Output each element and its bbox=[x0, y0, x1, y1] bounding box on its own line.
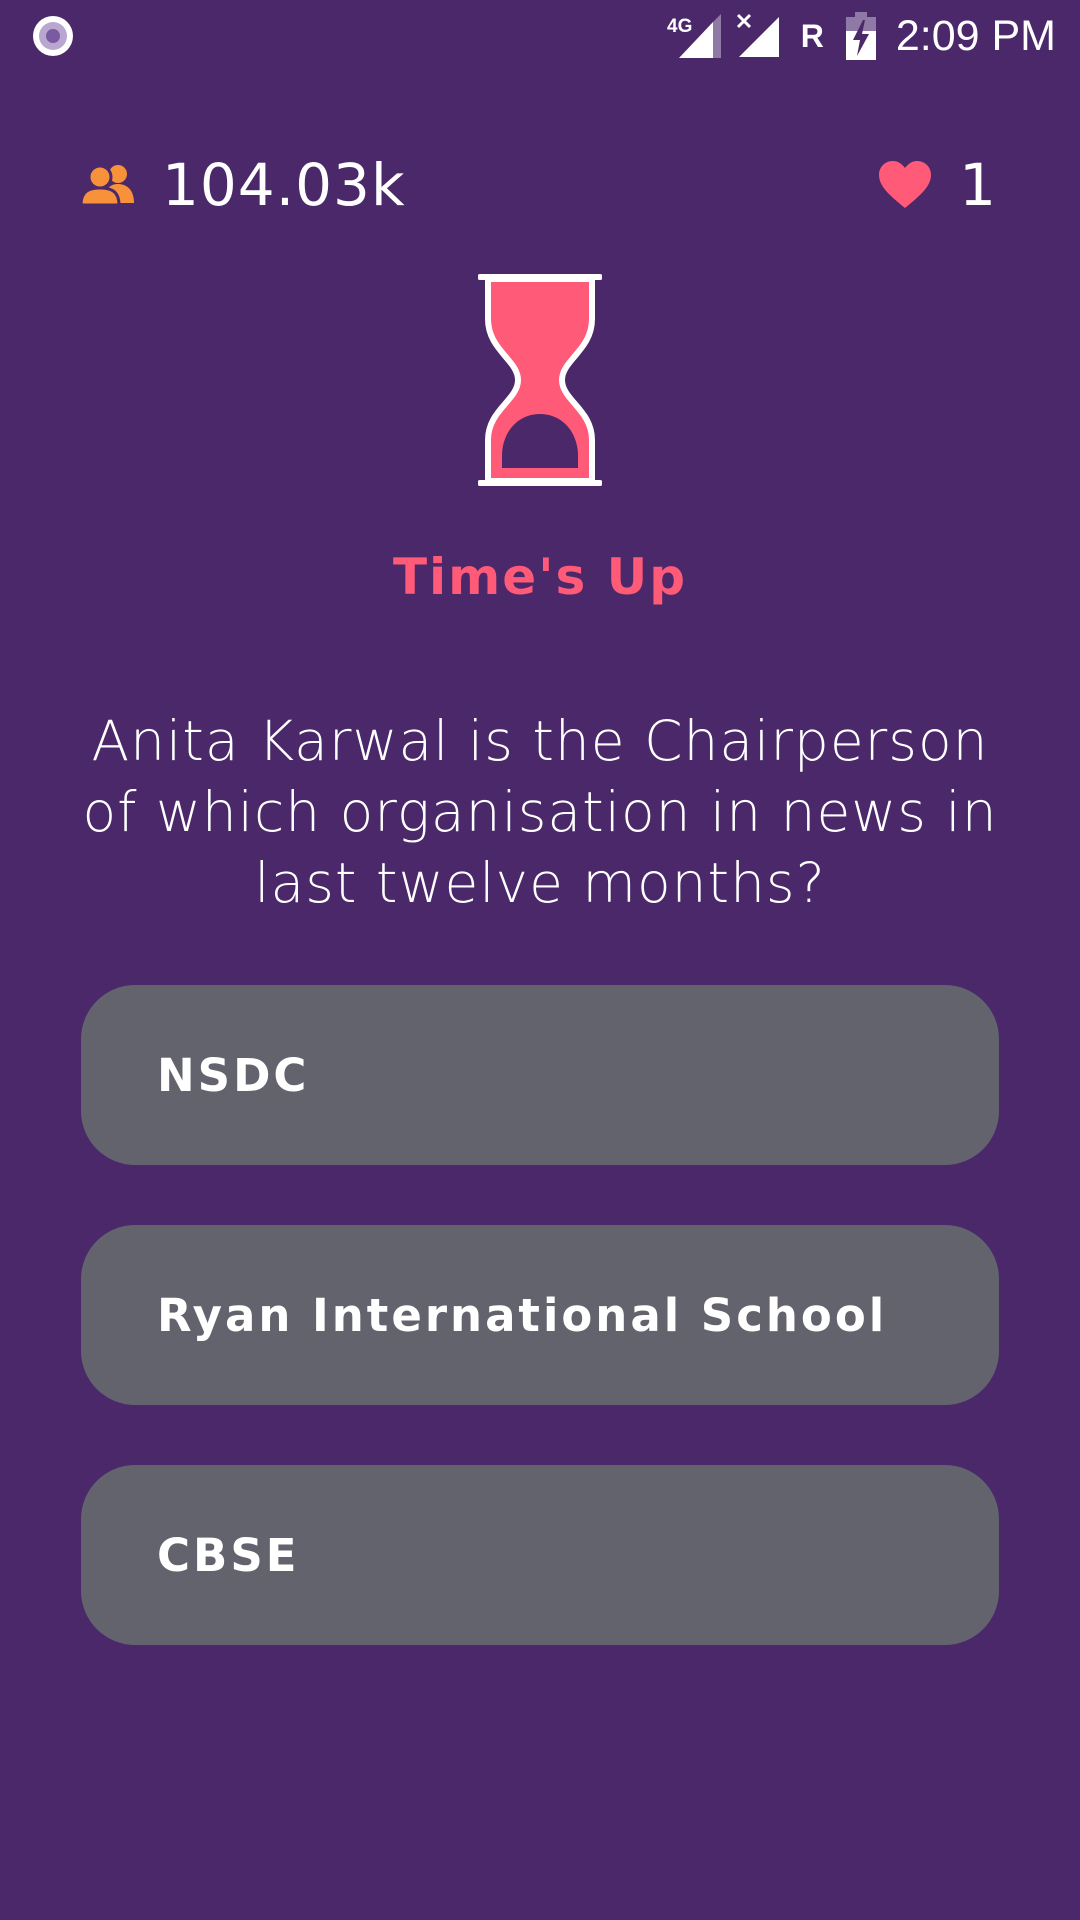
answer-option-label: CBSE bbox=[157, 1528, 300, 1582]
answer-option-3[interactable]: CBSE bbox=[81, 1465, 999, 1645]
clock: 2:09 PM bbox=[895, 11, 1056, 60]
network-type-label: 4G bbox=[667, 16, 692, 37]
screen-record-icon bbox=[33, 16, 73, 56]
answer-option-2[interactable]: Ryan International School bbox=[81, 1225, 999, 1405]
times-up-label: Time's Up bbox=[392, 548, 688, 606]
roaming-icon: R bbox=[800, 17, 824, 54]
lives-count: 1 bbox=[959, 151, 996, 219]
signal-4g-icon: 4G bbox=[667, 14, 721, 58]
answer-option-label: Ryan International School bbox=[157, 1288, 888, 1342]
question-text: Anita Karwal is the Chairperson of which… bbox=[82, 709, 998, 915]
people-icon bbox=[80, 164, 134, 207]
players-count: 104.03k bbox=[162, 151, 406, 219]
battery-charging-icon bbox=[845, 12, 876, 60]
answer-option-1[interactable]: NSDC bbox=[81, 985, 999, 1165]
answer-option-label: NSDC bbox=[157, 1048, 310, 1102]
lives-counter: 1 bbox=[877, 150, 996, 220]
players-counter: 104.03k bbox=[80, 150, 406, 220]
status-bar: 4G R 2:09 PM bbox=[0, 0, 1080, 72]
status-icons: 4G R 2:09 PM bbox=[667, 10, 1056, 62]
hourglass-icon bbox=[478, 274, 602, 486]
signal-no-service-icon bbox=[736, 13, 779, 57]
heart-icon bbox=[879, 161, 932, 208]
